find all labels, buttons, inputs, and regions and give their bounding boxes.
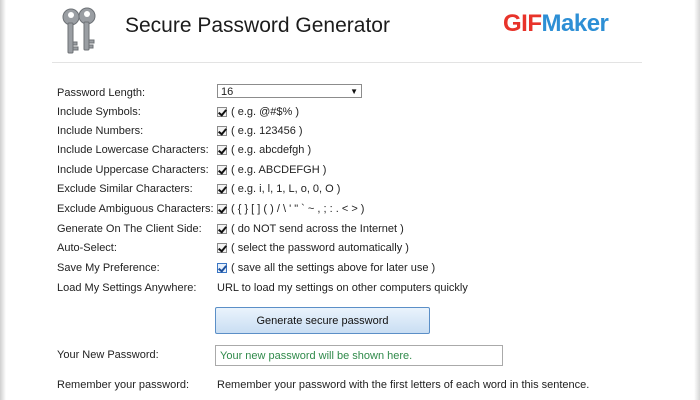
exclude-ambiguous-option: ( { } [ ] ( ) / \ ' " ` ~ , ; : . < > ) xyxy=(217,201,364,217)
brand-logo-part2: Maker xyxy=(541,10,609,37)
include-uppercase-hint: ( e.g. ABCDEFGH ) xyxy=(231,164,327,176)
password-length-value: 16 xyxy=(221,86,234,98)
generate-client-side-hint: ( do NOT send across the Internet ) xyxy=(231,223,404,235)
include-lowercase-label: Include Lowercase Characters: xyxy=(57,144,209,156)
generate-password-button[interactable]: Generate secure password xyxy=(215,307,430,334)
right-edge-shadow xyxy=(694,0,700,400)
exclude-similar-label: Exclude Similar Characters: xyxy=(57,183,193,195)
auto-select-option: ( select the password automatically ) xyxy=(217,240,409,256)
exclude-similar-hint: ( e.g. i, l, 1, L, o, 0, O ) xyxy=(231,183,341,195)
include-symbols-checkbox[interactable] xyxy=(217,107,227,117)
save-preference-option: ( save all the settings above for later … xyxy=(217,260,435,276)
new-password-field[interactable]: Your new password will be shown here. xyxy=(215,345,503,366)
keys-icon xyxy=(62,7,96,54)
include-symbols-option: ( e.g. @#$% ) xyxy=(217,104,299,120)
generate-client-side-label: Generate On The Client Side: xyxy=(57,223,202,235)
auto-select-checkbox[interactable] xyxy=(217,243,227,253)
exclude-similar-checkbox[interactable] xyxy=(217,184,227,194)
save-preference-checkbox[interactable] xyxy=(217,263,227,273)
chevron-down-icon: ▼ xyxy=(350,87,358,96)
password-length-select[interactable]: 16 ▼ xyxy=(217,84,362,98)
include-lowercase-option: ( e.g. abcdefgh ) xyxy=(217,142,311,158)
header-divider xyxy=(52,62,642,63)
include-uppercase-option: ( e.g. ABCDEFGH ) xyxy=(217,162,326,178)
exclude-similar-option: ( e.g. i, l, 1, L, o, 0, O ) xyxy=(217,181,340,197)
include-numbers-hint: ( e.g. 123456 ) xyxy=(231,125,303,137)
save-preference-hint: ( save all the settings above for later … xyxy=(231,262,436,274)
remember-label: Remember your password: xyxy=(57,379,190,391)
load-settings-label: Load My Settings Anywhere: xyxy=(57,282,197,294)
exclude-ambiguous-hint: ( { } [ ] ( ) / \ ' " ` ~ , ; : . < > ) xyxy=(231,203,365,215)
include-uppercase-checkbox[interactable] xyxy=(217,165,227,175)
auto-select-label: Auto-Select: xyxy=(57,242,117,254)
save-preference-label: Save My Preference: xyxy=(57,262,160,274)
auto-select-hint: ( select the password automatically ) xyxy=(231,242,409,254)
include-numbers-option: ( e.g. 123456 ) xyxy=(217,123,303,139)
exclude-ambiguous-label: Exclude Ambiguous Characters: xyxy=(57,203,214,215)
generate-client-side-checkbox[interactable] xyxy=(217,224,227,234)
include-lowercase-checkbox[interactable] xyxy=(217,145,227,155)
include-symbols-label: Include Symbols: xyxy=(57,106,141,118)
generate-client-side-option: ( do NOT send across the Internet ) xyxy=(217,221,404,237)
remember-text: Remember your password with the first le… xyxy=(217,379,590,391)
include-symbols-hint: ( e.g. @#$% ) xyxy=(231,106,300,118)
include-uppercase-label: Include Uppercase Characters: xyxy=(57,164,209,176)
password-length-label: Password Length: xyxy=(57,87,146,99)
page: Secure Password Generator GIFMaker Passw… xyxy=(0,0,700,400)
include-numbers-label: Include Numbers: xyxy=(57,125,144,137)
new-password-label: Your New Password: xyxy=(57,349,159,361)
left-edge-shadow xyxy=(0,0,6,400)
brand-logo-part1: GIF xyxy=(503,10,542,37)
page-title: Secure Password Generator xyxy=(125,14,390,37)
include-numbers-checkbox[interactable] xyxy=(217,126,227,136)
load-settings-link[interactable]: URL to load my settings on other compute… xyxy=(217,280,468,296)
include-lowercase-hint: ( e.g. abcdefgh ) xyxy=(231,144,312,156)
exclude-ambiguous-checkbox[interactable] xyxy=(217,204,227,214)
brand-logo[interactable]: GIFMaker xyxy=(503,10,609,38)
